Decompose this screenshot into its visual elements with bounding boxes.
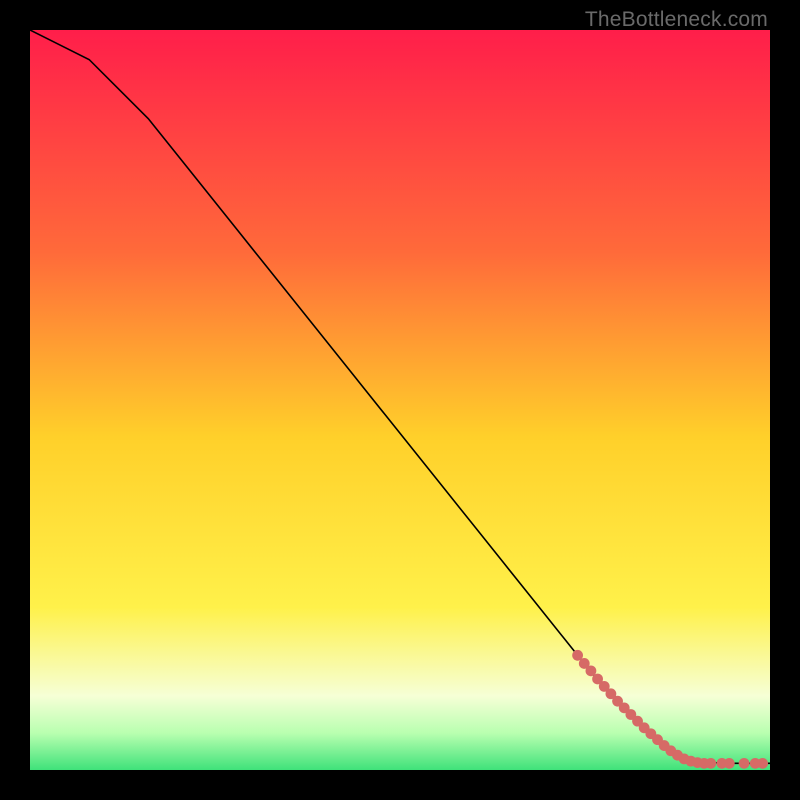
plot-area	[30, 30, 770, 770]
data-marker	[739, 758, 750, 769]
data-marker	[705, 758, 716, 769]
watermark-text: TheBottleneck.com	[585, 8, 768, 32]
chart-stage: TheBottleneck.com	[0, 0, 800, 800]
data-marker	[724, 758, 735, 769]
gradient-background	[30, 30, 770, 770]
chart-svg	[30, 30, 770, 770]
data-marker	[757, 758, 768, 769]
